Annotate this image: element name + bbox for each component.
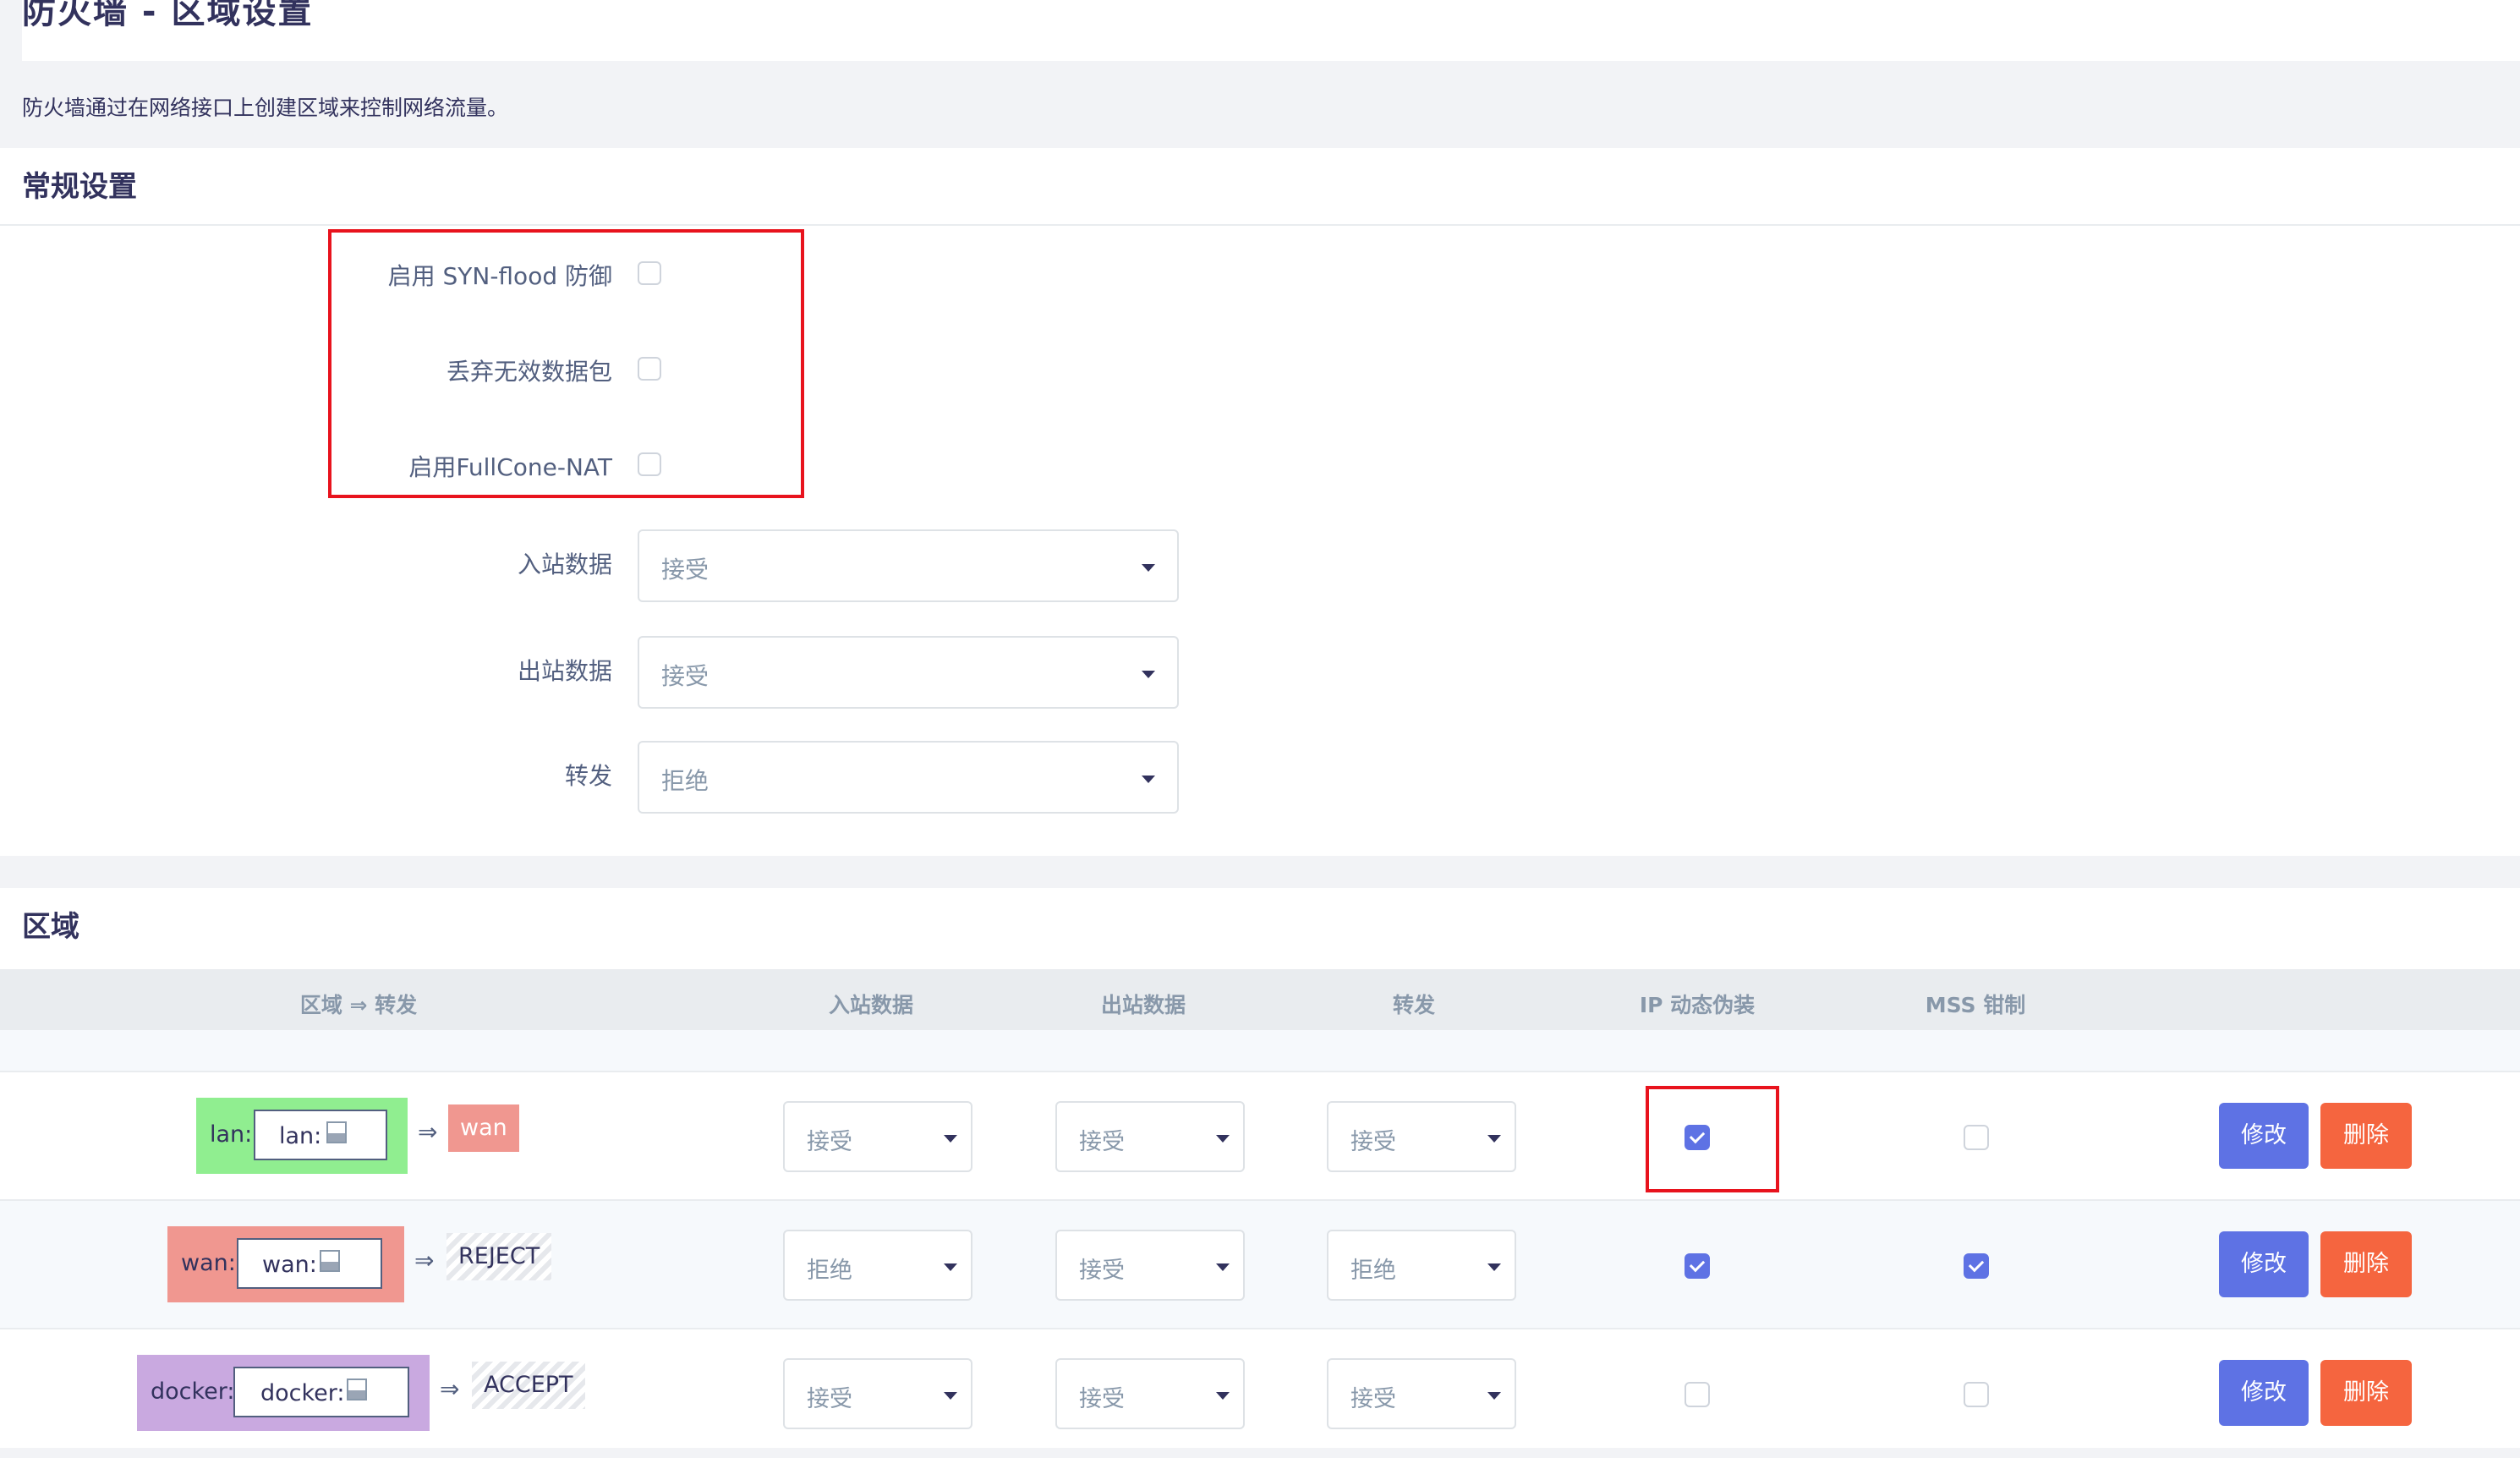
input-policy-value: 接受 bbox=[661, 556, 709, 584]
column-header-mss-clamping: MSS 钳制 bbox=[1925, 993, 2026, 1017]
table-row: docker: docker: ⇒ ACCEPT 接受 接受 接受 修改 删除 bbox=[0, 1329, 2520, 1458]
network-interface-icon bbox=[347, 1379, 367, 1400]
zone-forward-value: 接受 bbox=[1350, 1129, 1396, 1155]
chevron-down-icon bbox=[1142, 564, 1155, 572]
zone-network-label: wan: bbox=[262, 1252, 317, 1278]
delete-button[interactable]: 删除 bbox=[2320, 1231, 2412, 1297]
input-policy-label: 入站数据 bbox=[517, 551, 612, 578]
zones-card: 区域 区域 ⇒ 转发 入站数据 出站数据 转发 IP 动态伪装 MSS 钳制 l… bbox=[0, 888, 2520, 1448]
mss-clamping-checkbox[interactable] bbox=[1964, 1382, 1989, 1407]
zone-badge-wan[interactable]: wan: wan: bbox=[167, 1226, 404, 1302]
zone-input-select[interactable]: 接受 bbox=[783, 1358, 972, 1429]
zone-input-select[interactable]: 拒绝 bbox=[783, 1230, 972, 1301]
mss-clamping-checkbox[interactable] bbox=[1964, 1253, 1989, 1279]
chevron-down-icon bbox=[1216, 1392, 1230, 1400]
column-header-zone-forward: 区域 ⇒ 转发 bbox=[299, 993, 418, 1017]
forward-policy-select[interactable]: 拒绝 bbox=[638, 741, 1179, 814]
general-settings-header: 常规设置 bbox=[0, 148, 2520, 226]
zone-input-value: 拒绝 bbox=[807, 1258, 852, 1284]
zone-output-value: 接受 bbox=[1079, 1386, 1125, 1412]
firewall-zone-settings-page: 防火墙 - 区域设置 防火墙通过在网络接口上创建区域来控制网络流量。 常规设置 … bbox=[0, 0, 2520, 1448]
forward-target-badge: ACCEPT bbox=[472, 1362, 585, 1409]
zone-network-box: wan: bbox=[237, 1238, 382, 1289]
output-policy-value: 接受 bbox=[661, 662, 709, 690]
zone-output-select[interactable]: 接受 bbox=[1055, 1101, 1245, 1172]
forward-arrow: ⇒ bbox=[418, 1118, 438, 1146]
page-title-text: 防火墙 - 区域设置 bbox=[22, 0, 314, 31]
edit-button[interactable]: 修改 bbox=[2219, 1360, 2309, 1426]
zone-output-value: 接受 bbox=[1079, 1258, 1125, 1284]
masquerading-checkbox[interactable] bbox=[1685, 1253, 1710, 1279]
zone-network-box: docker: bbox=[233, 1367, 409, 1417]
zone-name: docker: bbox=[151, 1379, 235, 1405]
edit-button[interactable]: 修改 bbox=[2219, 1103, 2309, 1169]
forward-arrow: ⇒ bbox=[414, 1247, 435, 1274]
zone-input-value: 接受 bbox=[807, 1129, 852, 1155]
table-row: wan: wan: ⇒ REJECT 拒绝 接受 拒绝 修改 删除 bbox=[0, 1201, 2520, 1329]
output-policy-select[interactable]: 接受 bbox=[638, 636, 1179, 709]
zone-name: lan: bbox=[210, 1121, 253, 1148]
column-header-output: 出站数据 bbox=[1100, 993, 1186, 1017]
table-row: lan: lan: ⇒ wan 接受 接受 接受 修改 删除 bbox=[0, 1072, 2520, 1201]
zones-table-spacer bbox=[0, 1030, 2520, 1072]
edit-button[interactable]: 修改 bbox=[2219, 1231, 2309, 1297]
column-header-input: 入站数据 bbox=[828, 993, 914, 1017]
zone-network-label: lan: bbox=[279, 1123, 322, 1149]
chevron-down-icon bbox=[944, 1135, 957, 1143]
output-policy-label: 出站数据 bbox=[517, 657, 612, 685]
network-interface-icon bbox=[320, 1250, 340, 1272]
zone-badge-lan[interactable]: lan: lan: bbox=[196, 1098, 408, 1174]
delete-button[interactable]: 删除 bbox=[2320, 1103, 2412, 1169]
forward-policy-value: 拒绝 bbox=[661, 767, 709, 795]
zone-forward-select[interactable]: 拒绝 bbox=[1327, 1230, 1516, 1301]
chevron-down-icon bbox=[1487, 1135, 1501, 1143]
zone-forward-select[interactable]: 接受 bbox=[1327, 1358, 1516, 1429]
input-policy-select[interactable]: 接受 bbox=[638, 529, 1179, 602]
zone-output-select[interactable]: 接受 bbox=[1055, 1230, 1245, 1301]
zone-forward-select[interactable]: 接受 bbox=[1327, 1101, 1516, 1172]
zones-table-header: 区域 ⇒ 转发 入站数据 出站数据 转发 IP 动态伪装 MSS 钳制 bbox=[0, 969, 2520, 1030]
mss-clamping-checkbox[interactable] bbox=[1964, 1125, 1989, 1150]
forward-target-badge: REJECT bbox=[446, 1233, 552, 1280]
chevron-down-icon bbox=[1142, 671, 1155, 678]
masquerading-checkbox[interactable] bbox=[1685, 1382, 1710, 1407]
zones-header: 区域 bbox=[22, 910, 79, 944]
page-title: 防火墙 - 区域设置 bbox=[22, 0, 2520, 61]
page-description: 防火墙通过在网络接口上创建区域来控制网络流量。 bbox=[0, 61, 2520, 148]
network-interface-icon bbox=[326, 1121, 347, 1143]
zone-output-value: 接受 bbox=[1079, 1129, 1125, 1155]
zone-output-select[interactable]: 接受 bbox=[1055, 1358, 1245, 1429]
page-description-text: 防火墙通过在网络接口上创建区域来控制网络流量。 bbox=[22, 96, 509, 120]
zone-forward-value: 接受 bbox=[1350, 1386, 1396, 1412]
zone-network-box: lan: bbox=[254, 1110, 387, 1160]
zone-input-value: 接受 bbox=[807, 1386, 852, 1412]
chevron-down-icon bbox=[1216, 1263, 1230, 1271]
zone-network-label: docker: bbox=[260, 1380, 345, 1406]
column-header-masquerading: IP 动态伪装 bbox=[1639, 993, 1756, 1017]
forward-policy-label: 转发 bbox=[564, 762, 612, 790]
column-header-forward: 转发 bbox=[1392, 993, 1436, 1017]
chevron-down-icon bbox=[1142, 776, 1155, 783]
chevron-down-icon bbox=[1487, 1392, 1501, 1400]
general-settings-card: 常规设置 启用 SYN-flood 防御 丢弃无效数据包 启用FullCone-… bbox=[0, 148, 2520, 856]
chevron-down-icon bbox=[1487, 1263, 1501, 1271]
zone-name: wan: bbox=[181, 1250, 236, 1276]
general-checkbox-highlight bbox=[328, 229, 804, 498]
delete-button[interactable]: 删除 bbox=[2320, 1360, 2412, 1426]
chevron-down-icon bbox=[944, 1263, 957, 1271]
zone-badge-docker[interactable]: docker: docker: bbox=[137, 1355, 430, 1431]
forward-target-badge: wan bbox=[448, 1104, 519, 1152]
chevron-down-icon bbox=[1216, 1135, 1230, 1143]
forward-arrow: ⇒ bbox=[440, 1375, 460, 1403]
masquerading-highlight bbox=[1646, 1086, 1779, 1192]
chevron-down-icon bbox=[944, 1392, 957, 1400]
zone-input-select[interactable]: 接受 bbox=[783, 1101, 972, 1172]
zone-forward-value: 拒绝 bbox=[1350, 1258, 1396, 1284]
